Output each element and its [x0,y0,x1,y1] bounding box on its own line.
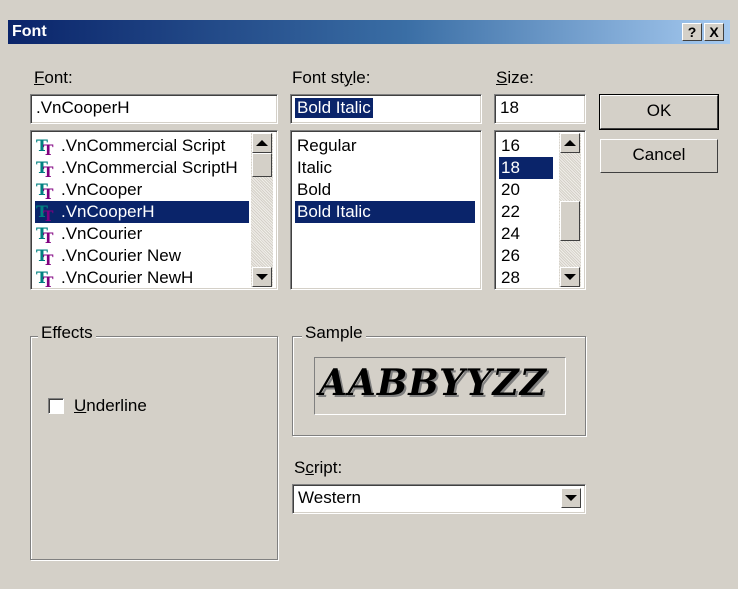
arrow-down-icon [564,274,576,280]
chevron-down-icon [565,495,577,501]
help-icon: ? [687,24,697,40]
size-item-label: 26 [501,246,520,265]
svg-text:T: T [43,143,54,156]
close-icon: X [709,24,719,40]
cancel-button[interactable]: Cancel [600,139,718,173]
style-list-item[interactable]: Regular [295,135,359,157]
size-item-label: 18 [499,157,553,179]
script-value: Western [298,488,361,507]
close-button[interactable]: X [704,23,724,41]
truetype-icon: TT [36,246,54,266]
font-item-label: .VnCommercial Script [61,136,226,155]
script-select[interactable]: Western [292,484,586,514]
truetype-icon: TT [36,180,54,200]
size-item-label: 24 [501,224,520,243]
font-list-item[interactable]: T T .VnCommercial ScriptH [35,157,240,179]
font-scroll-down-button[interactable] [252,267,272,287]
script-dropdown-button[interactable] [561,488,581,508]
font-item-label: .VnCooperH [35,201,249,223]
style-list-item[interactable]: Bold [295,179,333,201]
sample-preview: AABBYYZZ [314,357,566,415]
size-list-item[interactable]: 16 [499,135,522,157]
font-list-scrollbar[interactable] [251,133,273,287]
size-scroll-down-button[interactable] [560,267,580,287]
size-list[interactable]: 16 18 20 22 24 26 28 [494,130,586,290]
style-item-label: Italic [297,158,332,177]
size-item-label: 28 [501,268,520,287]
title-bar[interactable]: Font ? X [8,20,730,44]
size-scroll-thumb[interactable] [560,201,580,241]
font-item-label: .VnCourier New [61,246,181,265]
font-list-item[interactable]: T T .VnCourier New [35,245,183,267]
svg-text:T: T [43,165,54,178]
size-scroll-up-button[interactable] [560,133,580,153]
font-list-item[interactable]: T T .VnCooper [35,179,144,201]
truetype-icon: TT [36,136,54,156]
size-list-scrollbar[interactable] [559,133,581,287]
font-list-item[interactable]: T T .VnCourier NewH [35,267,195,289]
underline-checkbox[interactable] [48,398,64,414]
size-item-label: 22 [501,202,520,221]
arrow-down-icon [256,274,268,280]
font-style-input[interactable]: Bold Italic [290,94,482,124]
font-list-item[interactable]: T T .VnCommercial Script [35,135,227,157]
svg-text:T: T [43,209,54,222]
font-list-item[interactable]: T T .VnCooperH [35,201,249,223]
font-list-item[interactable]: T T .VnCourier [35,223,144,245]
font-item-label: .VnCommercial ScriptH [61,158,238,177]
font-name-input[interactable]: .VnCooperH [30,94,278,124]
script-label: Script: [294,458,343,477]
window-title: Font [12,23,47,40]
style-list-item[interactable]: Bold Italic [295,201,475,223]
font-label: Font: [34,68,73,87]
size-value: 18 [500,98,519,117]
truetype-icon: TT [36,268,54,288]
sample-legend: Sample [302,323,366,343]
font-scroll-thumb[interactable] [252,153,272,177]
style-item-label: Regular [297,136,357,155]
sample-text: AABBYYZZ [319,362,548,404]
font-scroll-up-button[interactable] [252,133,272,153]
size-input[interactable]: 18 [494,94,586,124]
font-name-value: .VnCooperH [36,98,130,117]
svg-text:T: T [43,231,54,244]
size-item-label: 20 [501,180,520,199]
font-list[interactable]: T T .VnCommercial Script T T .VnCommercial Sc… [30,130,278,290]
svg-text:T: T [43,253,54,266]
size-list-item[interactable]: 28 [499,267,522,289]
svg-text:T: T [43,275,54,288]
size-list-item[interactable]: 18 [499,157,553,179]
ok-button[interactable]: OK [599,94,719,130]
style-list-item[interactable]: Italic [295,157,334,179]
font-item-label: .VnCourier NewH [61,268,194,287]
font-dialog: Font ? X Font: .VnCooperH T T .VnCommercia… [0,0,738,589]
font-style-list[interactable]: Regular Italic Bold Bold Italic [290,130,482,290]
svg-text:T: T [43,187,54,200]
size-list-item[interactable]: 24 [499,223,522,245]
truetype-icon: TT [36,224,54,244]
arrow-up-icon [256,140,268,146]
truetype-icon: TT [36,202,54,222]
size-item-label: 16 [501,136,520,155]
size-list-item[interactable]: 20 [499,179,522,201]
size-label: Size: [496,68,534,87]
help-button[interactable]: ? [682,23,702,41]
size-list-item[interactable]: 22 [499,201,522,223]
style-item-label: Bold [297,180,332,199]
underline-label[interactable]: Underline [74,396,147,416]
arrow-up-icon [564,140,576,146]
effects-legend: Effects [38,323,96,343]
font-style-label: Font style: [292,68,371,87]
truetype-icon: TT [36,158,54,178]
size-list-item[interactable]: 26 [499,245,522,267]
effects-group [30,336,278,560]
font-style-value: Bold Italic [295,98,373,118]
style-item-label: Bold Italic [295,201,475,223]
